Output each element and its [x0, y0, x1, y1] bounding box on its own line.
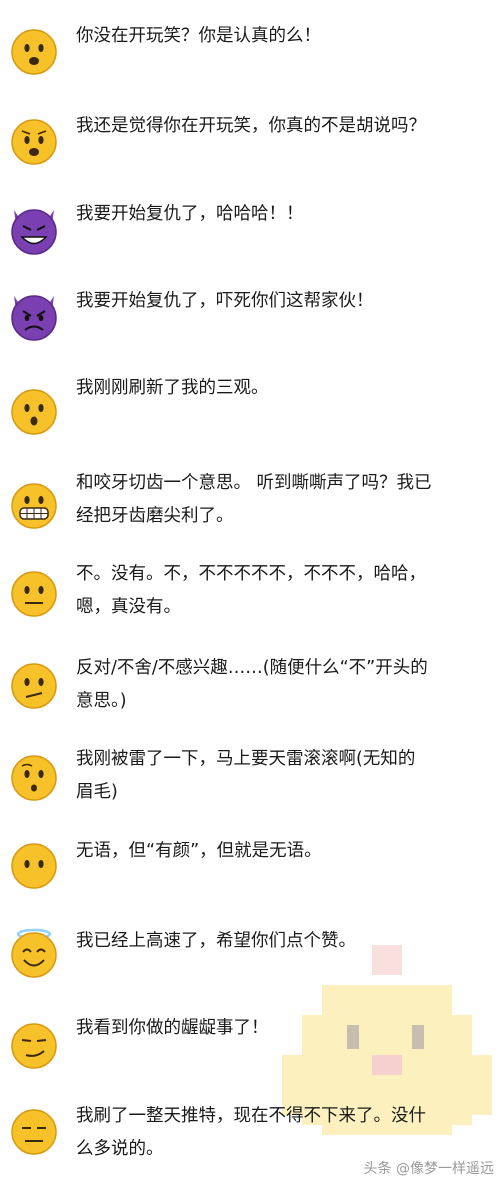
watermark: 头条 @像梦一样遥远 — [363, 1161, 494, 1177]
blank-face-icon — [8, 838, 60, 890]
caption-text: 我刚被雷了一下，马上要天雷滚滚啊(无知的 眉毛) — [76, 749, 416, 802]
frowning-open-mouth-icon — [8, 24, 60, 76]
surprised-face-icon — [8, 750, 60, 802]
caption-text: 不。没有。不，不不不不不，不不不，哈哈， 嗯，真没有。 — [76, 564, 426, 617]
caption-text: 我还是觉得你在开玩笑，你真的不是胡说吗？ — [76, 116, 426, 136]
caption-text: 你没在开玩笑？你是认真的么！ — [76, 26, 321, 46]
caption-text: 我看到你做的龌龊事了！ — [76, 1018, 269, 1038]
caption-text: 我要开始复仇了，吓死你们这帮家伙！ — [76, 291, 374, 311]
caption-text: 我刚刚刷新了我的三观。 — [76, 378, 269, 398]
grimacing-face-icon — [8, 478, 60, 530]
caption-text: 无语，但“有颜”，但就是无语。 — [76, 841, 322, 861]
caption-text: 我要开始复仇了，哈哈哈！！ — [76, 204, 304, 224]
smirking-face-icon — [8, 1018, 60, 1070]
hushed-face-icon — [8, 384, 60, 436]
anguished-face-icon — [8, 114, 60, 166]
expressionless-face-icon — [8, 1104, 60, 1156]
neutral-face-icon — [8, 566, 60, 618]
confused-face-icon — [8, 658, 60, 710]
caption-text: 我已经上高速了，希望你们点个赞。 — [76, 931, 356, 951]
caption-text: 和咬牙切齿一个意思。 听到嘶嘶声了吗？我已 经把牙齿磨尖利了。 — [76, 473, 432, 526]
smiling-devil-icon — [8, 204, 60, 256]
halo-face-icon — [8, 927, 60, 979]
caption-text: 反对/不舍/不感兴趣……(随便什么“不”开头的 意思。) — [76, 658, 428, 711]
caption-text: 我刷了一整天推特，现在不得不下来了。没什 么多说的。 — [76, 1106, 426, 1159]
angry-devil-icon — [8, 290, 60, 342]
